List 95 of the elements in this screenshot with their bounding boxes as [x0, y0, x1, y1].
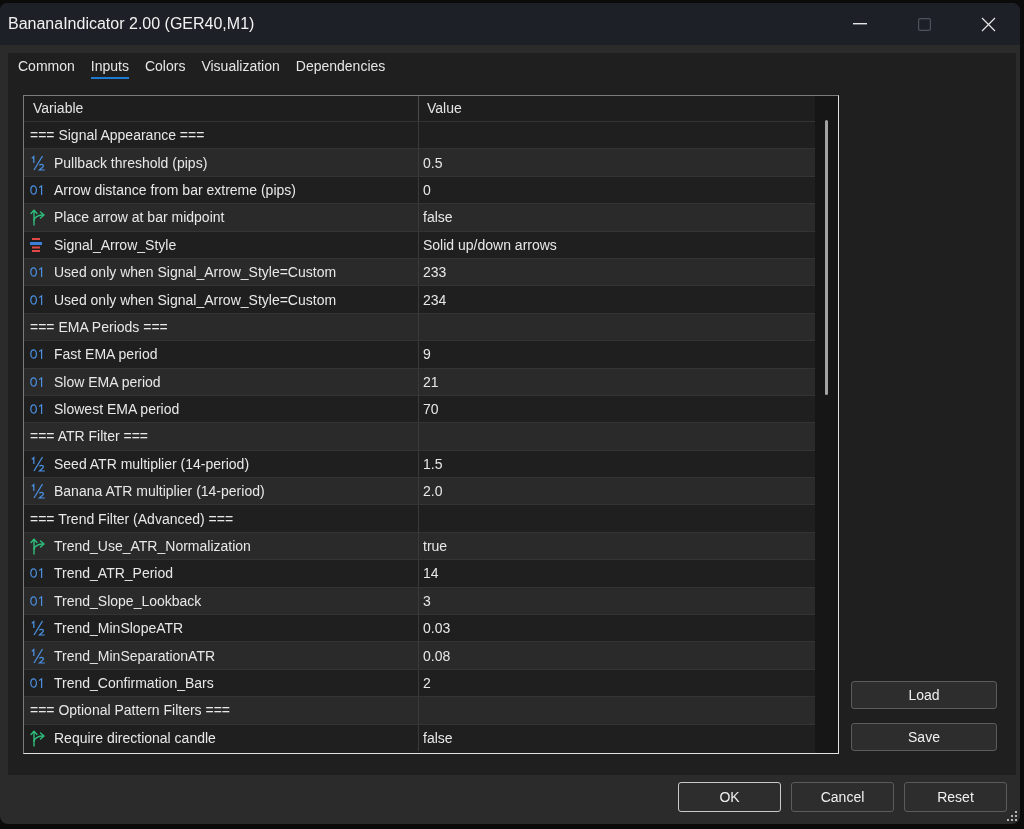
tab[interactable]: Common — [18, 53, 75, 79]
table-row[interactable]: Trend_MinSlopeATR 0.03 — [24, 614, 815, 642]
parameter-value: 2.0 — [423, 483, 443, 500]
parameter-name: Arrow distance from bar extreme (pips) — [54, 181, 296, 198]
parameter-value: 21 — [423, 373, 439, 390]
parameter-name: Signal_Arrow_Style — [54, 236, 177, 253]
parameter-value: Solid up/down arrows — [423, 236, 557, 253]
column-header[interactable]: Variable — [24, 96, 418, 121]
table-row[interactable]: Slow EMA period 21 — [24, 367, 815, 395]
parameter-name: Used only when Signal_Arrow_Style=Custom — [54, 264, 337, 281]
parameter-name: Trend_Use_ATR_Normalization — [54, 538, 251, 555]
table-row[interactable]: === Signal Appearance === — [24, 121, 815, 149]
parameter-name: Seed ATR multiplier (14-period) — [54, 455, 250, 472]
table-row[interactable]: Trend_Use_ATR_Normalization true — [24, 531, 815, 560]
table-row[interactable]: Trend_MinSeparationATR 0.08 — [24, 641, 815, 669]
parameter-value: 9 — [423, 346, 431, 363]
parameter-value: true — [423, 538, 448, 555]
parameter-value: 14 — [423, 565, 439, 582]
parameter-name: Trend_Slope_Lookback — [54, 592, 202, 609]
parameter-value: 0.08 — [423, 647, 451, 664]
tab[interactable]: Inputs — [90, 53, 129, 79]
resize-grip-icon[interactable] — [1007, 811, 1017, 821]
parameter-value: 70 — [423, 401, 439, 418]
fraction-icon — [30, 647, 46, 664]
stacked-bars-icon — [30, 237, 42, 252]
table-row[interactable]: Pullback threshold (pips) 0.5 — [24, 148, 815, 176]
section-header: === Signal Appearance === — [30, 127, 205, 144]
load-button[interactable]: Load — [851, 681, 997, 709]
parameter-value: 0 — [423, 181, 431, 198]
digits-icon — [30, 404, 45, 415]
fraction-icon — [30, 455, 46, 472]
table-row[interactable]: === Trend Filter (Advanced) === — [24, 504, 815, 532]
section-header: === Trend Filter (Advanced) === — [30, 510, 234, 527]
table-row[interactable]: Trend_Slope_Lookback 3 — [24, 586, 815, 615]
table-row[interactable]: Arrow distance from bar extreme (pips) 0 — [24, 175, 815, 204]
table-row[interactable]: Used only when Signal_Arrow_Style=Custom 234 — [24, 285, 815, 313]
window-title: BananaIndicator 2.00 (GER40,M1) — [8, 15, 255, 33]
section-header: === ATR Filter === — [30, 428, 149, 445]
parameter-name: Trend_Confirmation_Bars — [54, 675, 214, 691]
fraction-icon — [30, 483, 46, 500]
minimize-icon[interactable] — [853, 23, 867, 25]
parameter-name: Pullback threshold (pips) — [54, 154, 208, 171]
digits-icon — [30, 267, 45, 278]
table-row[interactable]: Seed ATR multiplier (14-period) 1.5 — [24, 449, 815, 478]
table-row[interactable]: Place arrow at bar midpoint false — [24, 203, 815, 231]
table-row[interactable]: Trend_Confirmation_Bars 2 — [24, 668, 815, 697]
digits-icon — [30, 349, 45, 360]
table-row[interactable]: === Optional Pattern Filters === — [24, 696, 815, 724]
scrollbar-thumb[interactable] — [825, 120, 828, 395]
reset-button[interactable]: Reset — [904, 782, 1007, 812]
parameter-value: 0.03 — [423, 620, 451, 637]
section-header: === Optional Pattern Filters === — [30, 702, 230, 719]
parameter-name: Slow EMA period — [54, 373, 161, 390]
parameter-name: Place arrow at bar midpoint — [54, 209, 225, 226]
parameter-value: 2 — [423, 675, 431, 691]
tab[interactable]: Colors — [144, 53, 186, 79]
table-row[interactable]: Used only when Signal_Arrow_Style=Custom 233 — [24, 257, 815, 286]
parameter-name: Banana ATR multiplier (14-period) — [54, 483, 265, 500]
table-row[interactable]: Slowest EMA period 70 — [24, 394, 815, 423]
parameter-value: 3 — [423, 592, 431, 609]
table-row[interactable]: Require directional candle false — [24, 723, 815, 751]
parameter-name: Require directional candle — [54, 729, 216, 746]
tab[interactable]: Visualization — [201, 53, 280, 79]
digits-icon — [30, 184, 45, 195]
table-row[interactable]: === EMA Periods === — [24, 312, 815, 341]
cancel-button[interactable]: Cancel — [791, 782, 894, 812]
fraction-icon — [30, 154, 46, 171]
table-row[interactable]: === ATR Filter === — [24, 422, 815, 450]
parameter-name: Trend_ATR_Period — [54, 565, 174, 582]
parameter-name: Slowest EMA period — [54, 401, 180, 418]
parameter-name: Used only when Signal_Arrow_Style=Custom — [54, 291, 337, 308]
parameter-name: Trend_MinSlopeATR — [54, 620, 184, 637]
ok-button[interactable]: OK — [678, 782, 781, 812]
tab[interactable]: Dependencies — [295, 53, 386, 79]
parameter-value: 233 — [423, 264, 447, 281]
parameter-name: Fast EMA period — [54, 346, 158, 363]
table-row[interactable]: Fast EMA period 9 — [24, 340, 815, 368]
section-header: === EMA Periods === — [30, 318, 168, 335]
parameter-value: false — [423, 209, 453, 226]
parameter-value: 1.5 — [423, 455, 443, 472]
parameter-name: Trend_MinSeparationATR — [54, 647, 216, 664]
parameter-value: 0.5 — [423, 154, 443, 171]
table-row[interactable]: Signal_Arrow_Style Solid up/down arrows — [24, 230, 815, 258]
fraction-icon — [30, 620, 46, 637]
table-row[interactable]: Trend_ATR_Period 14 — [24, 559, 815, 587]
digits-icon — [30, 595, 45, 606]
digits-icon — [30, 678, 45, 688]
close-icon[interactable] — [980, 16, 996, 32]
table-row[interactable]: Banana ATR multiplier (14-period) 2.0 — [24, 477, 815, 505]
parameter-value: false — [423, 729, 453, 746]
digits-icon — [30, 294, 45, 305]
parameter-value: 234 — [423, 291, 447, 308]
digits-icon — [30, 568, 45, 579]
digits-icon — [30, 376, 45, 387]
save-button[interactable]: Save — [851, 723, 997, 751]
